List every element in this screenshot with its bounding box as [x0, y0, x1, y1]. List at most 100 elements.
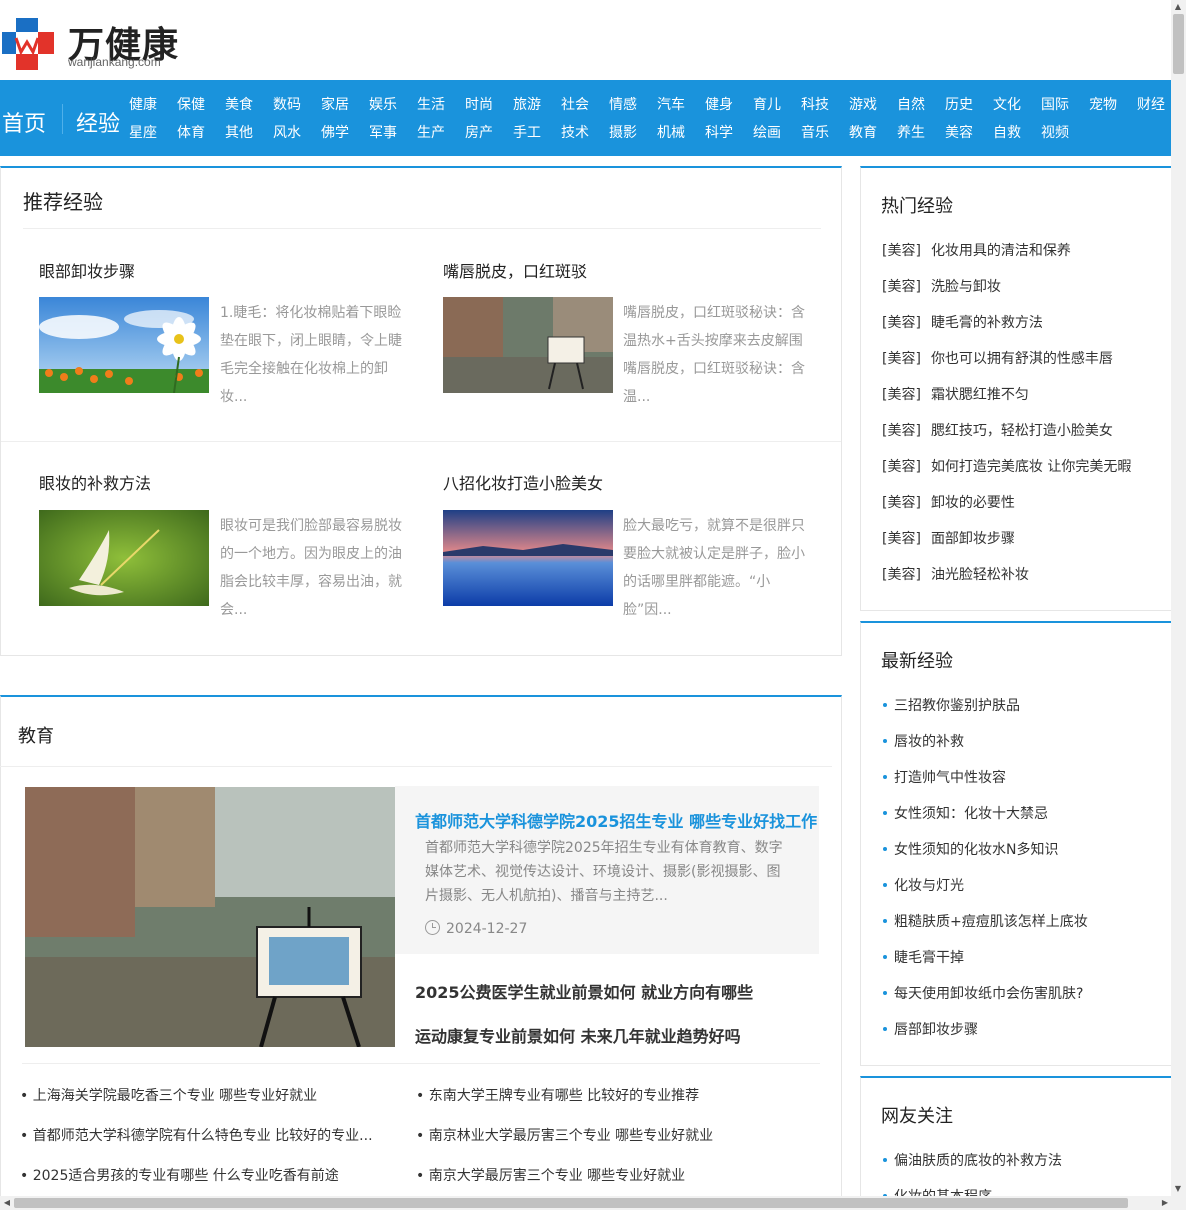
nav-category[interactable]: 家居: [321, 94, 349, 114]
latest-item[interactable]: 睫毛膏干掉: [894, 947, 964, 967]
latest-item[interactable]: 女性须知的化妆水N多知识: [894, 839, 1058, 859]
card-title[interactable]: 眼部卸妆步骤: [39, 258, 135, 282]
nav-category[interactable]: 风水: [273, 122, 301, 142]
vertical-scrollbar[interactable]: ▲ ▼: [1171, 0, 1186, 1196]
nav-category[interactable]: 技术: [561, 122, 589, 142]
nav-category[interactable]: 科学: [705, 122, 733, 142]
nav-category[interactable]: 旅游: [513, 94, 541, 114]
nav-category[interactable]: 佛学: [321, 122, 349, 142]
nav-home[interactable]: 首页: [2, 106, 46, 138]
nav-category[interactable]: 历史: [945, 94, 973, 114]
nav-category[interactable]: 娱乐: [369, 94, 397, 114]
latest-item[interactable]: 打造帅气中性妆容: [894, 767, 1006, 787]
education-feature[interactable]: 首都师范大学科德学院2025招生专业 哪些专业好找工作 首都师范大学科德学院20…: [395, 786, 819, 954]
card-image-flower[interactable]: [39, 297, 209, 393]
bullet-icon: [883, 775, 887, 779]
edu-link[interactable]: • 上海海关学院最吃香三个专业 哪些专业好就业: [20, 1085, 317, 1105]
nav-category[interactable]: 健康: [129, 94, 157, 114]
latest-item[interactable]: 三招教你鉴别护肤品: [894, 695, 1020, 715]
nav-category[interactable]: 星座: [129, 122, 157, 142]
card-image-easel[interactable]: [443, 297, 613, 393]
hot-panel: 热门经验 [美容] 化妆用具的清洁和保养 [美容] 洗脸与卸妆 [美容] 睫毛膏的补救方法…: [860, 166, 1171, 611]
edu-link[interactable]: • 东南大学王牌专业有哪些 比较好的专业推荐: [416, 1085, 699, 1105]
nav-category[interactable]: 自救: [993, 122, 1021, 142]
nav-category[interactable]: 其他: [225, 122, 253, 142]
hot-item[interactable]: [美容] 面部卸妆步骤: [882, 528, 1015, 548]
latest-item[interactable]: 每天使用卸妆纸巾会伤害肌肤?: [894, 983, 1083, 1003]
fans-item[interactable]: 偏油肤质的底妆的补救方法: [894, 1150, 1062, 1170]
hot-item-tag: [美容]: [882, 531, 921, 547]
hot-item-tag: [美容]: [882, 495, 921, 511]
nav-category[interactable]: 摄影: [609, 122, 637, 142]
nav-category[interactable]: 科技: [801, 94, 829, 114]
hot-item[interactable]: [美容] 化妆用具的清洁和保养: [882, 240, 1071, 260]
nav-category[interactable]: 国际: [1041, 94, 1069, 114]
nav-category[interactable]: 视频: [1041, 122, 1069, 142]
scroll-left-icon[interactable]: ◀: [0, 1196, 14, 1210]
horizontal-scrollbar[interactable]: ◀ ▶: [0, 1196, 1186, 1210]
nav-category[interactable]: 美容: [945, 122, 973, 142]
scroll-up-icon[interactable]: ▲: [1171, 0, 1185, 14]
hot-item[interactable]: [美容] 睫毛膏的补救方法: [882, 312, 1043, 332]
hot-item[interactable]: [美容] 腮红技巧，轻松打造小脸美女: [882, 420, 1113, 440]
hot-item[interactable]: [美容] 如何打造完美底妆 让你完美无暇: [882, 456, 1131, 476]
hot-item-label: 霜状腮红推不匀: [930, 387, 1029, 403]
nav-category[interactable]: 育儿: [753, 94, 781, 114]
nav-category[interactable]: 健身: [705, 94, 733, 114]
edu-headline[interactable]: 2025公费医学生就业前景如何 就业方向有哪些: [415, 979, 753, 1003]
nav-category[interactable]: 生活: [417, 94, 445, 114]
card-image-lily[interactable]: [39, 510, 209, 606]
latest-item[interactable]: 唇妆的补救: [894, 731, 964, 751]
nav-category[interactable]: 军事: [369, 122, 397, 142]
feature-title[interactable]: 首都师范大学科德学院2025招生专业 哪些专业好找工作: [415, 808, 817, 832]
nav-category[interactable]: 游戏: [849, 94, 877, 114]
nav-category[interactable]: 时尚: [465, 94, 493, 114]
card-title[interactable]: 嘴唇脱皮，口红斑驳: [443, 258, 587, 282]
horizontal-scroll-thumb[interactable]: [14, 1198, 1128, 1208]
nav-category[interactable]: 教育: [849, 122, 877, 142]
scroll-right-icon[interactable]: ▶: [1158, 1196, 1172, 1210]
hot-item[interactable]: [美容] 油光脸轻松补妆: [882, 564, 1029, 584]
hot-item[interactable]: [美容] 霜状腮红推不匀: [882, 384, 1029, 404]
latest-item[interactable]: 化妆与灯光: [894, 875, 964, 895]
card-image-sunset-lake[interactable]: [443, 510, 613, 606]
nav-category[interactable]: 绘画: [753, 122, 781, 142]
nav-category[interactable]: 保健: [177, 94, 205, 114]
nav-category[interactable]: 房产: [465, 122, 493, 142]
latest-title: 最新经验: [881, 651, 953, 672]
nav-category[interactable]: 音乐: [801, 122, 829, 142]
latest-item[interactable]: 粗糙肤质+痘痘肌该怎样上底妆: [894, 911, 1088, 931]
nav-category[interactable]: 汽车: [657, 94, 685, 114]
card-title[interactable]: 眼妆的补救方法: [39, 470, 151, 494]
nav-category[interactable]: 数码: [273, 94, 301, 114]
edu-link[interactable]: • 首都师范大学科德学院有什么特色专业 比较好的专业...: [20, 1125, 373, 1145]
nav-category[interactable]: 宠物: [1089, 94, 1117, 114]
nav-category[interactable]: 财经: [1137, 94, 1165, 114]
hot-item[interactable]: [美容] 你也可以拥有舒淇的性感丰唇: [882, 348, 1113, 368]
scroll-down-icon[interactable]: ▼: [1171, 1182, 1185, 1196]
nav-category[interactable]: 美食: [225, 94, 253, 114]
site-logo[interactable]: 万健康 wanjiankang.com: [0, 14, 200, 74]
nav-category[interactable]: 体育: [177, 122, 205, 142]
education-feature-image[interactable]: [25, 787, 395, 1047]
edu-link[interactable]: • 南京林业大学最厉害三个专业 哪些专业好就业: [416, 1125, 713, 1145]
hot-item[interactable]: [美容] 洗脸与卸妆: [882, 276, 1001, 296]
nav-category[interactable]: 社会: [561, 94, 589, 114]
edu-link[interactable]: • 南京大学最厉害三个专业 哪些专业好就业: [416, 1165, 685, 1185]
vertical-scroll-thumb[interactable]: [1173, 14, 1184, 74]
edu-headline[interactable]: 运动康复专业前景如何 未来几年就业趋势好吗: [415, 1023, 741, 1047]
latest-item[interactable]: 唇部卸妆步骤: [894, 1019, 978, 1039]
hot-item[interactable]: [美容] 卸妆的必要性: [882, 492, 1015, 512]
nav-category[interactable]: 文化: [993, 94, 1021, 114]
nav-category[interactable]: 情感: [609, 94, 637, 114]
nav-category[interactable]: 自然: [897, 94, 925, 114]
nav-category[interactable]: 生产: [417, 122, 445, 142]
hot-item-label: 化妆用具的清洁和保养: [930, 243, 1071, 259]
nav-category[interactable]: 手工: [513, 122, 541, 142]
card-title[interactable]: 八招化妆打造小脸美女: [443, 470, 603, 494]
nav-experience[interactable]: 经验: [76, 106, 120, 138]
nav-category[interactable]: 养生: [897, 122, 925, 142]
latest-item[interactable]: 女性须知：化妆十大禁忌: [894, 803, 1048, 823]
edu-link[interactable]: • 2025适合男孩的专业有哪些 什么专业吃香有前途: [20, 1165, 339, 1185]
nav-category[interactable]: 机械: [657, 122, 685, 142]
